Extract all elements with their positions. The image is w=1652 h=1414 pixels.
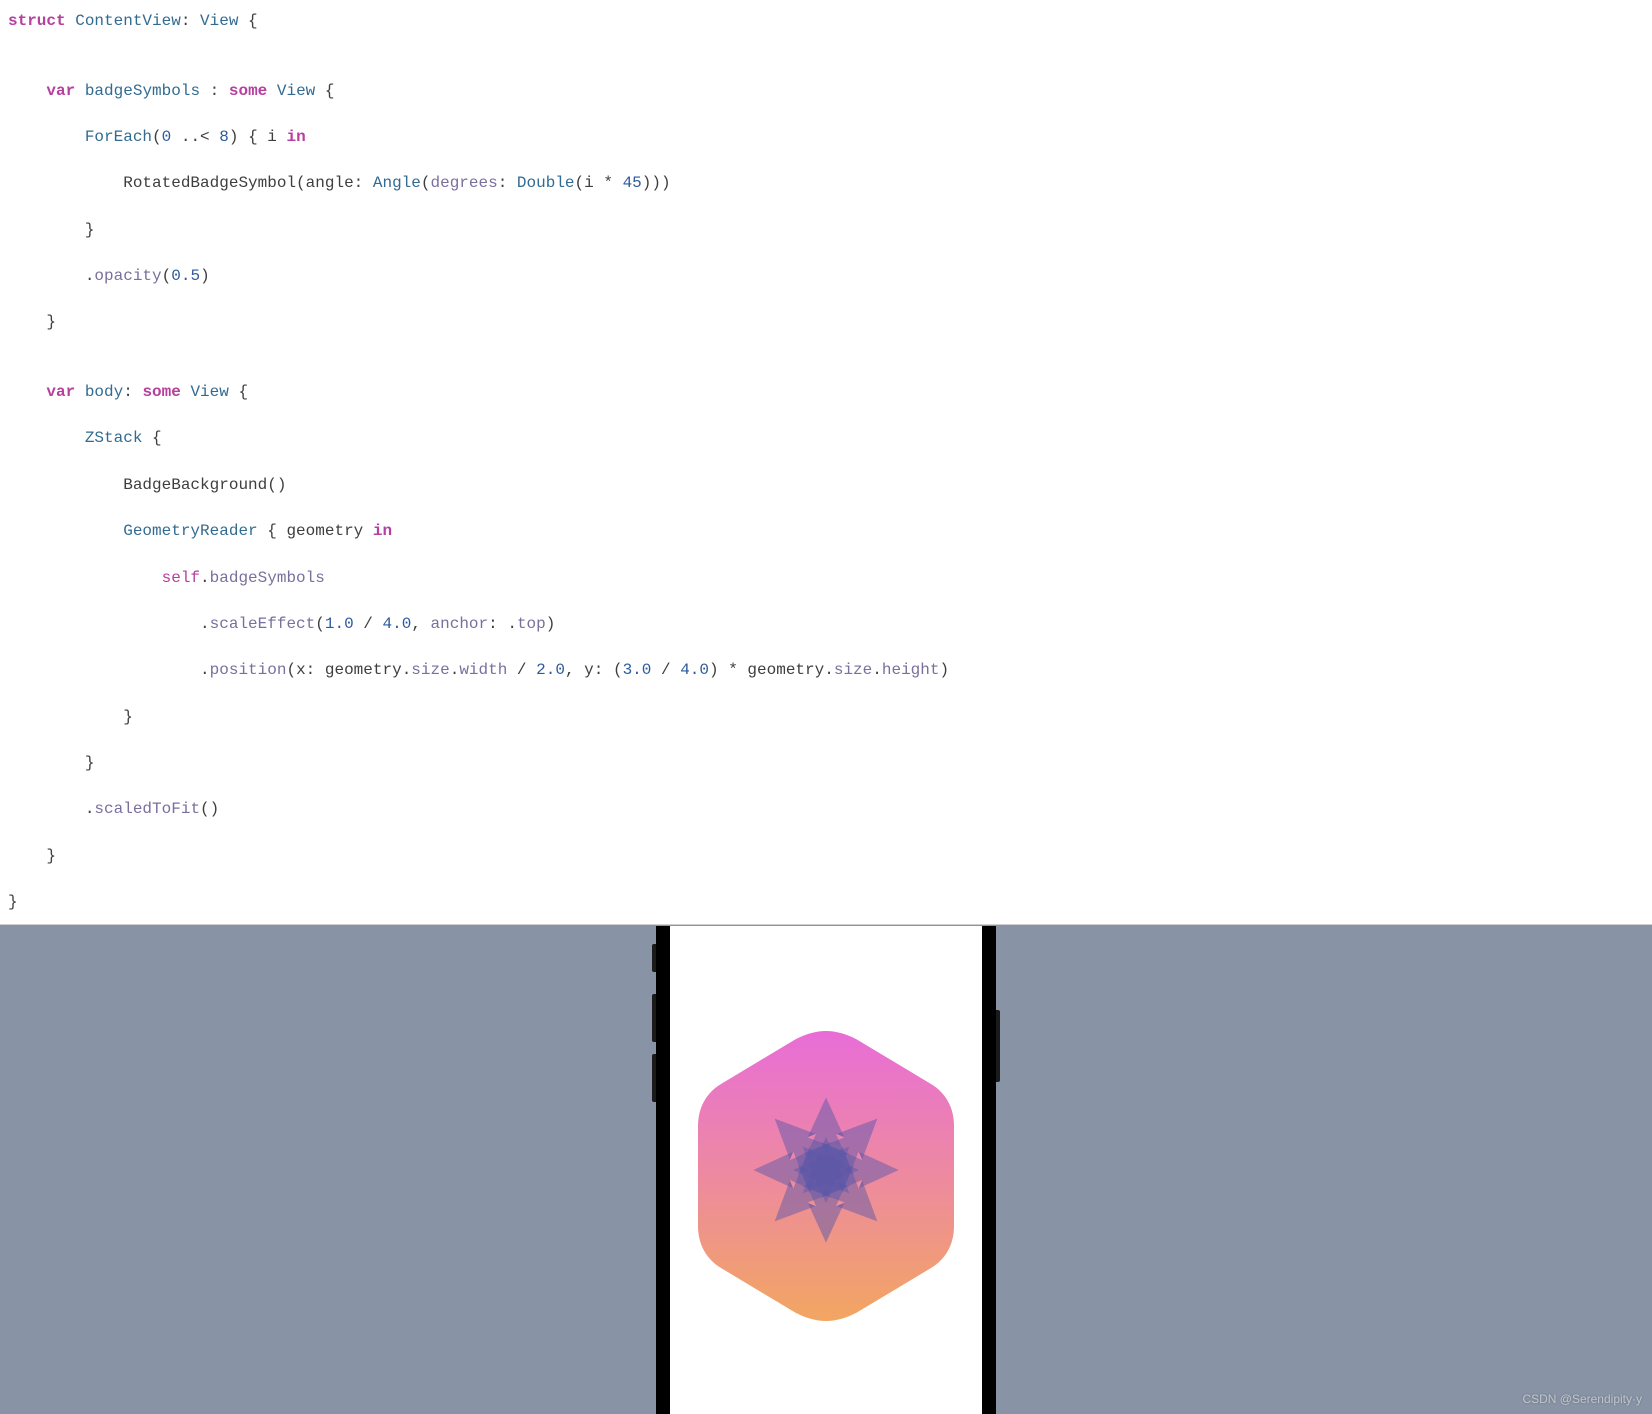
- prop-badgesymbols: badgeSymbols: [85, 82, 200, 100]
- keyword-struct: struct: [8, 12, 66, 30]
- type-view: View: [200, 12, 238, 30]
- keyword-var2: var: [46, 383, 75, 401]
- keyword-in: in: [287, 128, 306, 146]
- mute-switch-icon: [652, 944, 656, 972]
- type-contentview: ContentView: [75, 12, 181, 30]
- call-foreach: ForEach: [85, 128, 152, 146]
- volume-up-icon: [652, 994, 656, 1042]
- code-editor[interactable]: struct ContentView: View { var badgeSymb…: [0, 0, 1652, 924]
- simulator-preview: CSDN @Serendipity·y: [0, 924, 1652, 1414]
- device-frame: [656, 926, 996, 1414]
- mod-scaledtofit: scaledToFit: [94, 800, 200, 818]
- call-geometryreader: GeometryReader: [123, 522, 257, 540]
- call-zstack: ZStack: [85, 429, 143, 447]
- mod-scaleeffect: scaleEffect: [210, 615, 316, 633]
- device-side-buttons-right: [996, 1010, 1000, 1082]
- mod-position: position: [210, 661, 287, 679]
- keyword-self: self: [162, 569, 200, 587]
- call-badgebackground: BadgeBackground: [123, 476, 267, 494]
- badge-view: [696, 1026, 956, 1326]
- keyword-some: some: [229, 82, 267, 100]
- device-side-buttons-left: [652, 944, 656, 1114]
- watermark-text: CSDN @Serendipity·y: [1522, 1391, 1642, 1408]
- call-rotatedbadgesymbol: RotatedBadgeSymbol: [123, 174, 296, 192]
- badge-symbols-icon: [744, 1087, 909, 1252]
- prop-body: body: [85, 383, 123, 401]
- keyword-var: var: [46, 82, 75, 100]
- mod-opacity: opacity: [94, 267, 161, 285]
- device-screen: [670, 926, 982, 1414]
- volume-down-icon: [652, 1054, 656, 1102]
- power-button-icon: [996, 1010, 1000, 1082]
